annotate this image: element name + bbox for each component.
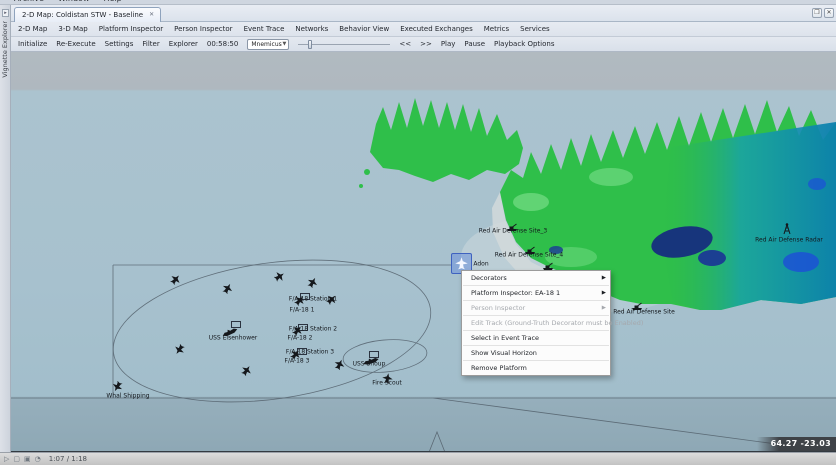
context-menu-item-label: Select in Event Trace	[471, 334, 539, 342]
platform-label-f-a-18-1: F/A-18 1	[290, 307, 315, 314]
jet-icon[interactable]	[307, 273, 318, 292]
view-menu-2-d-map[interactable]: 2-D Map	[18, 25, 47, 33]
context-menu-item-label: Show Visual Horizon	[471, 349, 537, 357]
toolbar-button-settings[interactable]: Settings	[105, 40, 134, 48]
tab-title: 2-D Map: Coldistan STW - Baseline	[22, 11, 143, 19]
toolbar-button-filter[interactable]: Filter	[142, 40, 159, 48]
jet-icon[interactable]	[222, 279, 233, 298]
context-menu-item-label: Platform Inspector: EA-18 1	[471, 289, 560, 297]
view-menu-behavior-view[interactable]: Behavior View	[339, 25, 389, 33]
toolbar-button-explorer[interactable]: Explorer	[169, 40, 198, 48]
map-2d-view[interactable]: USS EisenhowerF/A-18 Station 1F/A-18 1F/…	[11, 52, 836, 452]
toolbar-button-re-execute[interactable]: Re-Execute	[56, 40, 95, 48]
platform-label-f-a-18-station-2: F/A-18 Station 2	[289, 326, 337, 333]
status-bar: ▷ ▢ ▣ ◔ 1:07 / 1:18	[0, 452, 836, 465]
transport-playback-options[interactable]: Playback Options	[494, 40, 554, 48]
transport-pause[interactable]: Pause	[464, 40, 485, 48]
time-slider[interactable]	[298, 39, 390, 50]
view-menu-row: 2-D Map 3-D Map Platform Inspector Person I…	[11, 22, 836, 37]
submenu-arrow-icon: ▶	[602, 290, 606, 296]
close-window-button[interactable]: ✕	[824, 8, 834, 18]
toolbar-button-initialize[interactable]: Initialize	[18, 40, 47, 48]
jet-icon[interactable]	[274, 267, 285, 286]
menubar-item-archive[interactable]: Archive	[14, 0, 44, 3]
vignette-explorer-strip: ▸ Vignette Explorer	[0, 5, 11, 452]
context-menu-item-label: Remove Platform	[471, 364, 527, 372]
platform-label-red-air-defense-radar: Red Air Defense Radar	[755, 237, 823, 244]
platform-label-red-air-defense-site: Red Air Defense Site	[613, 309, 675, 316]
capture-icon[interactable]: ▣	[24, 456, 31, 463]
restore-window-button[interactable]: ❐	[812, 8, 822, 18]
play-icon[interactable]: ▷	[4, 456, 9, 463]
transport-play[interactable]: Play	[441, 40, 456, 48]
toolbar-buttons: Initialize Re-Execute Settings Filter Explor…	[18, 40, 198, 48]
context-menu-item-select-in-event-trace[interactable]: Select in Event Trace	[462, 331, 610, 345]
time-slider-track	[298, 44, 390, 45]
jet-icon[interactable]	[334, 355, 345, 374]
context-menu-item-show-visual-horizon[interactable]: Show Visual Horizon	[462, 346, 610, 360]
platform-context-menu: Decorators▶Platform Inspector: EA-18 1▶P…	[461, 270, 611, 376]
platform-label-whal-shipping: Whal Shipping	[106, 393, 149, 400]
os-menubar-items: Archive Window Help	[14, 0, 122, 3]
view-menu-metrics[interactable]: Metrics	[484, 25, 509, 33]
transport-[interactable]: <<	[399, 40, 411, 48]
tab-2d-map-coldistan[interactable]: 2-D Map: Coldistan STW - Baseline ✕	[14, 7, 161, 22]
view-menu-event-trace[interactable]: Event Trace	[244, 25, 285, 33]
platform-label-uss-eisenhower: USS Eisenhower	[209, 335, 258, 342]
transport-controls: << >> Play Pause Playback Options	[399, 40, 554, 48]
menubar-item-window[interactable]: Window	[58, 0, 90, 3]
platform-label-adon: Adon	[473, 261, 488, 268]
platform-label-red-air-defense-site-3: Red Air Defense Site_3	[479, 228, 547, 235]
platform-label-uss-shoup: USS Shoup	[353, 361, 386, 368]
context-menu-item-label: Person Inspector	[471, 304, 525, 312]
view-menu-3-d-map[interactable]: 3-D Map	[58, 25, 87, 33]
tab-close-icon[interactable]: ✕	[149, 12, 154, 18]
context-menu-item-platform-inspector-ea-18-1[interactable]: Platform Inspector: EA-18 1 ▶	[462, 286, 610, 300]
vignette-explorer-label: Vignette Explorer	[1, 21, 9, 78]
rate-combo[interactable]: Mnemicus ▼	[247, 39, 289, 50]
jet-icon[interactable]	[326, 290, 337, 309]
status-icons: ▷ ▢ ▣ ◔	[4, 456, 41, 463]
context-menu-item-edit-track-ground-truth-decorator-must-be-enabled: Edit Track (Ground-Truth Decorator must …	[462, 316, 610, 330]
sim-toolbar: Initialize Re-Execute Settings Filter Explor…	[11, 37, 836, 52]
platform-label-fire-scout: Fire Scout	[372, 380, 402, 387]
jet-icon[interactable]	[170, 270, 181, 289]
context-menu-item-label: Decorators	[471, 274, 507, 282]
time-slider-thumb[interactable]	[308, 40, 312, 49]
cursor-coordinates: 64.27 -23.03	[757, 437, 836, 451]
transport-[interactable]: >>	[420, 40, 432, 48]
view-menu-services[interactable]: Services	[520, 25, 550, 33]
window-buttons: ❐✕	[812, 8, 834, 18]
jet-icon[interactable]	[174, 340, 185, 359]
view-menu-person-inspector[interactable]: Person Inspector	[174, 25, 232, 33]
context-menu-item-remove-platform[interactable]: Remove Platform	[462, 361, 610, 375]
view-menu-executed-exchanges[interactable]: Executed Exchanges	[400, 25, 473, 33]
application-window: Archive Window Help 2-D Map: Coldistan STW…	[0, 0, 836, 465]
submenu-arrow-icon: ▶	[602, 275, 606, 281]
clock-icon[interactable]: ◔	[35, 456, 41, 463]
submenu-arrow-icon: ▶	[602, 305, 606, 311]
vignette-explorer-expand-button[interactable]: ▸	[2, 9, 9, 17]
context-menu-item-label: Edit Track (Ground-Truth Decorator must …	[471, 319, 643, 327]
view-menu-platform-inspector[interactable]: Platform Inspector	[99, 25, 163, 33]
sim-time-display: 00:58:50	[207, 40, 238, 48]
recording-progress: 1:07 / 1:18	[49, 455, 87, 463]
context-menu-item-decorators[interactable]: Decorators ▶	[462, 271, 610, 285]
frame-icon[interactable]: ▢	[13, 456, 20, 463]
chevron-down-icon: ▼	[282, 41, 286, 47]
jet-icon[interactable]	[241, 361, 252, 380]
menubar-item-help[interactable]: Help	[103, 0, 121, 3]
view-menu-networks[interactable]: Networks	[295, 25, 328, 33]
platform-label-f-a-18-station-3: F/A-18 Station 3	[286, 349, 334, 356]
rate-combo-value: Mnemicus	[251, 41, 281, 48]
document-tab-bar: 2-D Map: Coldistan STW - Baseline ✕ ❐✕	[11, 5, 836, 22]
platform-label-f-a-18-3: F/A-18 3	[285, 358, 310, 365]
context-menu-item-person-inspector: Person Inspector ▶	[462, 301, 610, 315]
